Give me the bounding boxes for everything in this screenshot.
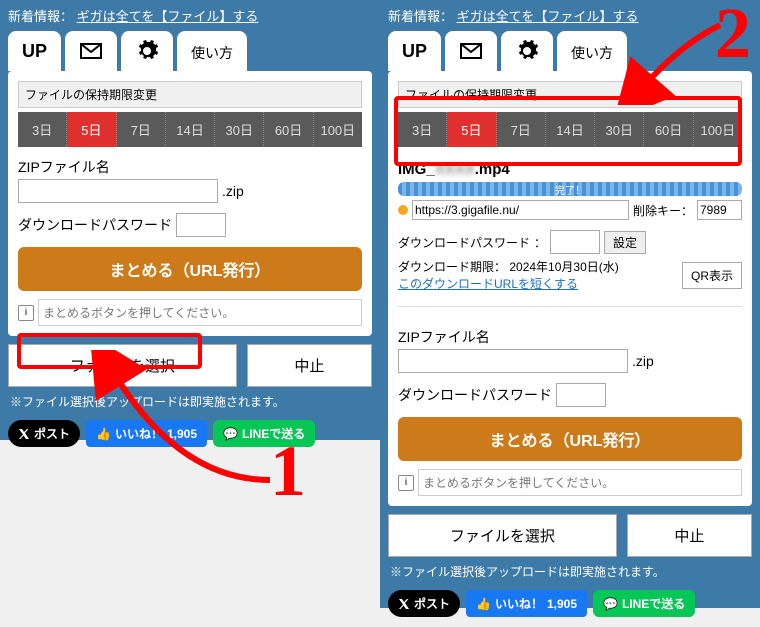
file-select-button[interactable]: ファイルを選択 [8,344,237,387]
zip-suffix: .zip [222,183,244,199]
x-share-button[interactable]: ポスト [8,420,80,447]
status-dot-icon [398,205,408,215]
retention-30d[interactable]: 30日 [595,112,644,147]
shorten-url-link[interactable]: このダウンロードURLを短くする [398,277,578,291]
retention-100d[interactable]: 100日 [694,112,742,147]
pw-input[interactable] [556,383,606,407]
retention-label: ファイルの保持期限変更 [18,81,362,108]
expire-label: ダウンロード期限： [398,260,506,274]
gear-icon [515,39,539,63]
thumbs-up-icon: 👍 [476,597,491,611]
combine-button[interactable]: まとめる（URL発行） [398,417,742,461]
retention-5d[interactable]: 5日 [447,112,496,147]
cancel-button[interactable]: 中止 [627,514,752,557]
fb-like-button[interactable]: 👍 いいね！ 1,905 [466,590,587,617]
tab-up[interactable]: UP [8,31,61,71]
tab-up[interactable]: UP [388,31,441,71]
zip-input[interactable] [18,179,218,203]
upload-note: ※ファイル選択後アップロードは即実施されます。 [380,563,760,590]
tab-mail[interactable] [65,31,117,71]
retention-3d[interactable]: 3日 [18,112,67,147]
info-hint: まとめるボタンを押してください。 [418,469,742,496]
news-link[interactable]: ギガは全てを【ファイル】する [457,9,639,24]
zip-input[interactable] [398,349,628,373]
pw-label: ダウンロードパスワード [18,215,172,235]
qr-button[interactable]: QR表示 [682,262,742,289]
x-icon [18,428,30,440]
retention-14d[interactable]: 14日 [546,112,595,147]
pw-label: ダウンロードパスワード [398,385,552,405]
line-icon: 💬 [603,597,618,611]
info-icon: i [398,475,414,491]
tab-usage[interactable]: 使い方 [557,31,627,71]
tab-settings[interactable] [501,31,553,71]
zip-label: ZIPファイル名 [18,157,110,177]
tab-mail[interactable] [445,31,497,71]
progress-bar: 完了！ [398,182,742,196]
zip-label: ZIPファイル名 [398,327,490,347]
delete-key-label: 削除キー： [633,202,693,219]
info-hint: まとめるボタンを押してください。 [38,299,362,326]
download-url-input[interactable] [412,200,629,220]
retention-selector: 3日 5日 7日 14日 30日 60日 100日 [18,112,362,147]
news-bar: 新着情報： ギガは全てを【ファイル】する [0,0,380,31]
retention-7d[interactable]: 7日 [117,112,166,147]
gear-icon [135,39,159,63]
mail-icon [79,39,103,63]
mail-icon [459,39,483,63]
retention-100d[interactable]: 100日 [314,112,362,147]
retention-14d[interactable]: 14日 [166,112,215,147]
result-pw-input[interactable] [550,230,600,254]
line-share-button[interactable]: 💬 LINEで送る [593,590,695,617]
annotation-number-1: 1 [270,430,306,513]
line-icon: 💬 [223,427,238,441]
news-bar: 新着情報： ギガは全てを【ファイル】する [380,0,760,31]
pw-input[interactable] [176,213,226,237]
file-select-button[interactable]: ファイルを選択 [388,514,617,557]
x-share-button[interactable]: ポスト [388,590,460,617]
retention-5d[interactable]: 5日 [67,112,116,147]
combine-button[interactable]: まとめる（URL発行） [18,247,362,291]
news-link[interactable]: ギガは全てを【ファイル】する [77,9,259,24]
cancel-button[interactable]: 中止 [247,344,372,387]
retention-selector: 3日 5日 7日 14日 30日 60日 100日 [398,112,742,147]
retention-7d[interactable]: 7日 [497,112,546,147]
set-pw-button[interactable]: 設定 [604,231,646,254]
info-icon: i [18,305,34,321]
tab-settings[interactable] [121,31,173,71]
upload-note: ※ファイル選択後アップロードは即実施されます。 [0,393,380,420]
retention-label: ファイルの保持期限変更 [398,81,742,108]
fb-like-button[interactable]: 👍 いいね！ 1,905 [86,420,207,447]
expire-value: 2024年10月30日(水) [509,260,618,274]
retention-30d[interactable]: 30日 [215,112,264,147]
retention-60d[interactable]: 60日 [644,112,693,147]
retention-60d[interactable]: 60日 [264,112,313,147]
tab-usage[interactable]: 使い方 [177,31,247,71]
thumbs-up-icon: 👍 [96,427,111,441]
uploaded-filename: IMG_XXXX.mp4 [398,161,742,178]
delete-key-input[interactable] [697,200,742,220]
annotation-number-2: 2 [715,0,751,75]
retention-3d[interactable]: 3日 [398,112,447,147]
